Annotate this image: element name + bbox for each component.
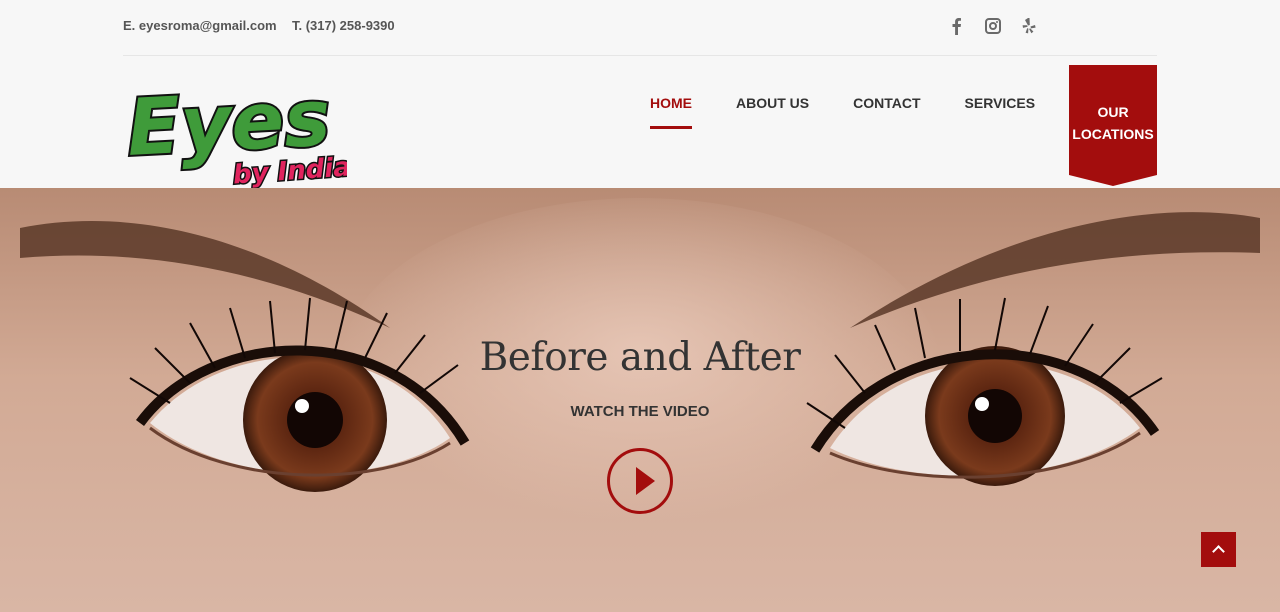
- top-bar-inner: E. eyesroma@gmail.com T. (317) 258-9390: [123, 0, 1157, 56]
- our-locations-button[interactable]: OUR LOCATIONS: [1069, 65, 1157, 186]
- main-nav: HOME ABOUT US CONTACT SERVICES: [650, 95, 1079, 129]
- instagram-icon[interactable]: [985, 16, 1001, 36]
- contact-phone[interactable]: T. (317) 258-9390: [292, 18, 395, 33]
- back-to-top-button[interactable]: [1201, 532, 1236, 567]
- social-links: [949, 16, 1037, 36]
- hero-title: Before and After: [479, 335, 801, 380]
- nav-about-us[interactable]: ABOUT US: [736, 95, 809, 129]
- logo[interactable]: Eyes by India: [123, 64, 353, 192]
- nav-contact[interactable]: CONTACT: [853, 95, 920, 129]
- play-video-button[interactable]: [607, 448, 673, 514]
- our-locations-line1: OUR: [1097, 104, 1129, 120]
- our-locations-label: OUR LOCATIONS: [1069, 101, 1157, 145]
- hero-banner: Before and After WATCH THE VIDEO: [0, 188, 1280, 612]
- yelp-icon[interactable]: [1021, 16, 1037, 36]
- nav-services[interactable]: SERVICES: [965, 95, 1036, 129]
- our-locations-line2: LOCATIONS: [1072, 126, 1154, 142]
- nav-home[interactable]: HOME: [650, 95, 692, 129]
- eyes-hero-image: [0, 188, 1280, 612]
- facebook-icon[interactable]: [949, 16, 965, 36]
- contact-email[interactable]: E. eyesroma@gmail.com: [123, 18, 277, 33]
- site-header: Eyes by India HOME ABOUT US CONTACT SERV…: [0, 56, 1280, 192]
- hero-subtitle[interactable]: WATCH THE VIDEO: [0, 403, 1280, 420]
- top-bar: E. eyesroma@gmail.com T. (317) 258-9390: [0, 0, 1280, 56]
